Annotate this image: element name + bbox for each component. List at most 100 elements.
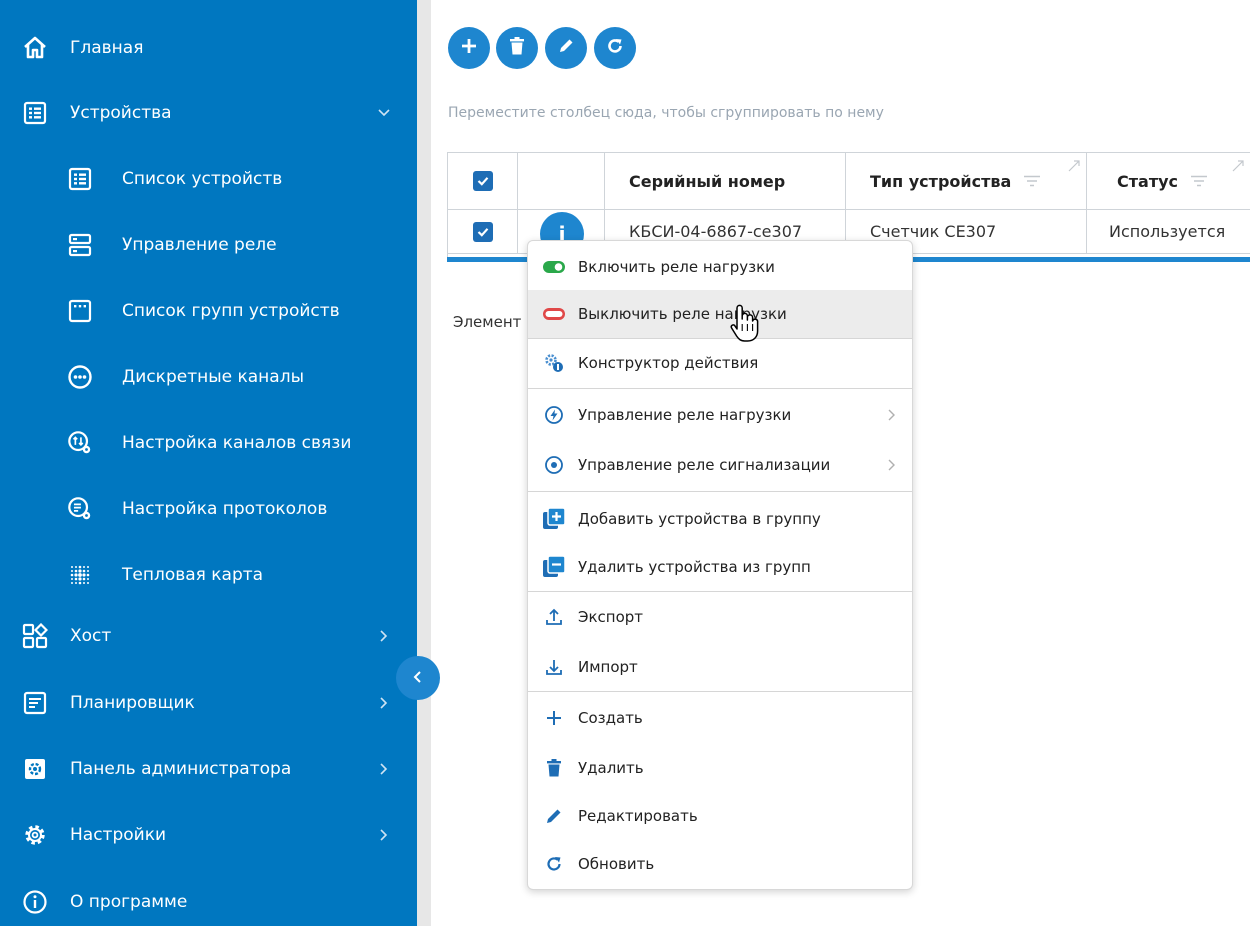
- refresh-button[interactable]: [594, 27, 636, 69]
- sidebar-item-discrete-channels[interactable]: Дискретные каналы: [0, 347, 417, 407]
- sidebar-item-label: Настройка каналов связи: [122, 433, 352, 453]
- add-to-group-icon: [542, 507, 566, 531]
- column-header-status[interactable]: Статус: [1087, 153, 1250, 210]
- sidebar-item-host[interactable]: Хост: [0, 606, 417, 666]
- sidebar-item-heatmap[interactable]: Тепловая карта: [0, 545, 417, 605]
- menu-item-delete[interactable]: Удалить: [528, 744, 912, 792]
- chevron-left-icon: [411, 669, 425, 688]
- menu-item-label: Удалить устройства из групп: [578, 558, 811, 576]
- menu-item-import[interactable]: Импорт: [528, 643, 912, 691]
- radio-dot-icon: [542, 453, 566, 477]
- menu-item-add-to-group[interactable]: Добавить устройства в группу: [528, 495, 912, 543]
- menu-item-create[interactable]: Создать: [528, 694, 912, 742]
- delete-icon: [509, 37, 525, 59]
- menu-item-label: Экспорт: [578, 608, 644, 626]
- sidebar-item-settings[interactable]: Настройки: [0, 805, 417, 865]
- admin-panel-icon: [22, 756, 48, 782]
- resize-corner-icon[interactable]: [1232, 157, 1244, 176]
- sidebar-item-label: Управление реле: [122, 235, 277, 255]
- settings-gear-icon: [22, 822, 48, 848]
- filter-icon[interactable]: [1190, 175, 1208, 187]
- list-icon: [22, 100, 48, 126]
- menu-item-label: Редактировать: [578, 807, 698, 825]
- hand-cursor-icon: [729, 302, 759, 344]
- menu-item-refresh[interactable]: Обновить: [528, 840, 912, 888]
- sidebar-item-label: Дискретные каналы: [122, 367, 305, 387]
- chevron-right-icon: [372, 823, 396, 847]
- menu-separator: [528, 491, 912, 492]
- chevron-right-icon: [372, 691, 396, 715]
- chevron-right-icon: [884, 458, 898, 472]
- sidebar-item-label: Главная: [70, 38, 144, 58]
- menu-item-action-constructor[interactable]: Конструктор действия: [528, 339, 912, 387]
- header-info-cell: [518, 153, 605, 210]
- sidebar-item-label: Настройки: [70, 825, 167, 845]
- filter-icon[interactable]: [1023, 175, 1041, 187]
- delete-button[interactable]: [496, 27, 538, 69]
- elements-count-label: Элемент: [453, 313, 522, 331]
- home-icon: [22, 35, 48, 61]
- column-header-label: Статус: [1117, 171, 1178, 191]
- menu-item-label: Управление реле нагрузки: [578, 406, 792, 424]
- menu-item-label: Добавить устройства в группу: [578, 510, 821, 528]
- sidebar-item-relay-control[interactable]: Управление реле: [0, 215, 417, 275]
- menu-item-remove-from-group[interactable]: Удалить устройства из групп: [528, 543, 912, 591]
- menu-item-label: Импорт: [578, 658, 638, 676]
- menu-item-label: Создать: [578, 709, 643, 727]
- sidebar-item-label: Панель администратора: [70, 759, 292, 779]
- refresh-icon: [606, 37, 624, 59]
- sidebar-item-home[interactable]: Главная: [0, 18, 417, 78]
- group-by-hint: Переместите столбец сюда, чтобы сгруппир…: [448, 105, 884, 121]
- sidebar-item-protocol-settings[interactable]: Настройка протоколов: [0, 479, 417, 539]
- sidebar-item-device-list[interactable]: Список устройств: [0, 149, 417, 209]
- menu-item-relay-off[interactable]: Выключить реле нагрузки: [528, 290, 912, 338]
- sidebar-item-admin-panel[interactable]: Панель администратора: [0, 739, 417, 799]
- sidebar-item-label: Список групп устройств: [122, 301, 340, 321]
- column-header-device-type[interactable]: Тип устройства: [846, 153, 1087, 210]
- sidebar-item-label: Тепловая карта: [122, 565, 264, 585]
- menu-item-label: Удалить: [578, 759, 644, 777]
- sidebar-item-label: Планировщик: [70, 693, 195, 713]
- toggle-on-icon: [542, 255, 566, 279]
- edit-button[interactable]: [545, 27, 587, 69]
- column-header-serial[interactable]: Серийный номер: [605, 153, 846, 210]
- chevron-right-icon: [372, 624, 396, 648]
- menu-item-label: Обновить: [578, 855, 655, 873]
- context-menu: Включить реле нагрузки Выключить реле на…: [527, 240, 913, 890]
- menu-item-load-relay-control[interactable]: Управление реле нагрузки: [528, 391, 912, 439]
- menu-item-edit[interactable]: Редактировать: [528, 792, 912, 840]
- select-all-checkbox[interactable]: [472, 171, 493, 191]
- sidebar-item-label: О программе: [70, 892, 188, 912]
- heatmap-icon: [67, 562, 93, 588]
- menu-separator: [528, 691, 912, 692]
- sidebar-item-label: Устройства: [70, 103, 172, 123]
- sidebar-collapse-button[interactable]: [396, 656, 440, 700]
- menu-item-label: Включить реле нагрузки: [578, 258, 775, 276]
- sidebar-item-label: Список устройств: [122, 169, 283, 189]
- action-constructor-icon: [542, 351, 566, 375]
- sidebar-item-devices[interactable]: Устройства: [0, 83, 417, 143]
- menu-item-label: Управление реле сигнализации: [578, 456, 831, 474]
- sidebar-item-device-groups[interactable]: Список групп устройств: [0, 281, 417, 341]
- export-icon: [542, 605, 566, 629]
- sidebar-item-about[interactable]: О программе: [0, 872, 417, 926]
- sidebar-item-channel-settings[interactable]: Настройка каналов связи: [0, 413, 417, 473]
- menu-item-relay-on[interactable]: Включить реле нагрузки: [528, 243, 912, 291]
- column-header-label: Тип устройства: [870, 171, 1012, 191]
- menu-separator: [528, 388, 912, 389]
- row-checkbox-cell: [448, 210, 518, 254]
- scheduler-icon: [22, 690, 48, 716]
- resize-corner-icon[interactable]: [1068, 157, 1080, 176]
- protocol-settings-icon: [67, 496, 93, 522]
- host-icon: [22, 623, 48, 649]
- pencil-icon: [542, 804, 566, 828]
- add-button[interactable]: [448, 27, 490, 69]
- add-icon: [460, 37, 478, 59]
- menu-item-export[interactable]: Экспорт: [528, 593, 912, 641]
- sidebar-item-scheduler[interactable]: Планировщик: [0, 673, 417, 733]
- trash-icon: [542, 756, 566, 780]
- menu-item-alarm-relay-control[interactable]: Управление реле сигнализации: [528, 441, 912, 489]
- row-checkbox[interactable]: [472, 221, 493, 242]
- lightning-icon: [542, 403, 566, 427]
- refresh-icon: [542, 852, 566, 876]
